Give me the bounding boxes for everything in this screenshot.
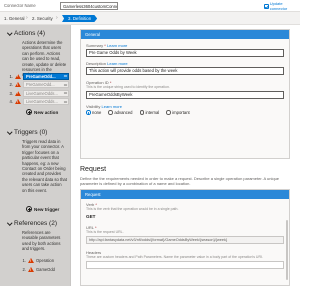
verb-value: GET xyxy=(86,214,96,219)
visibility-option-none[interactable]: none xyxy=(86,110,101,115)
new-trigger-label: New trigger xyxy=(34,206,60,212)
action-number: 2. xyxy=(9,82,14,88)
action-item[interactable]: 2. PreGameOdd...••• xyxy=(7,81,69,90)
triggers-description: Triggers read data in from your connecto… xyxy=(22,139,67,193)
references-title: References (2) xyxy=(14,220,57,227)
visibility-option-internal[interactable]: internal xyxy=(139,110,159,115)
headers-help: These are custom headers and Path Parame… xyxy=(86,255,263,259)
action-item[interactable]: 3. LiveGameOdds...••• xyxy=(7,89,69,98)
chevron-down-icon xyxy=(7,130,12,135)
more-options-icon[interactable]: ••• xyxy=(64,99,68,104)
new-action-button[interactable]: New action xyxy=(26,109,58,115)
new-trigger-button[interactable]: New trigger xyxy=(26,206,59,212)
new-action-label: New action xyxy=(34,109,59,115)
radio-icon xyxy=(108,110,113,115)
operation-id-input[interactable]: PreGameOddsByWeek xyxy=(86,91,284,99)
action-label[interactable]: LiveGameOdds... ••• xyxy=(23,89,69,97)
warning-icon xyxy=(15,82,21,88)
reference-number: 1. xyxy=(22,258,27,264)
description-input[interactable]: This action will provide odds based by t… xyxy=(86,67,284,75)
visibility-option-important[interactable]: important xyxy=(166,110,190,115)
connector-name-label: Connector Name xyxy=(4,3,36,8)
warning-icon xyxy=(15,73,21,80)
visibility-label: Visibility Learn more xyxy=(86,104,122,109)
triggers-title: Triggers (0) xyxy=(14,129,48,136)
visibility-option-advanced[interactable]: advanced xyxy=(108,110,133,115)
add-icon xyxy=(26,109,32,115)
top-header: Connector Name Gamerless3604customConnec… xyxy=(0,0,300,12)
warning-icon xyxy=(15,99,21,105)
step-security[interactable]: 2. Security xyxy=(32,15,53,22)
more-options-icon[interactable]: ••• xyxy=(64,73,68,78)
url-help: This is the request URL. xyxy=(86,230,124,234)
action-label[interactable]: PreGameOdd... ••• xyxy=(23,72,69,80)
checkmark-icon xyxy=(264,3,269,9)
action-number: 3. xyxy=(9,90,14,96)
warning-icon xyxy=(28,258,34,264)
scrollbar[interactable] xyxy=(286,220,288,280)
reference-item[interactable]: 2. GameOdd xyxy=(20,267,55,273)
triggers-section-header[interactable]: Triggers (0) xyxy=(7,129,47,136)
wizard-steps: 1. General › 2. Security › 3. Definition xyxy=(0,12,300,25)
step-definition[interactable]: 3. Definition xyxy=(62,15,98,22)
radio-selected-icon xyxy=(86,110,91,115)
more-options-icon[interactable]: ••• xyxy=(64,90,68,95)
summary-label: Summary * Learn more xyxy=(86,43,128,48)
step-general[interactable]: 1. General xyxy=(4,15,25,22)
chevron-right-icon: › xyxy=(56,15,58,21)
request-card: Request Verb * This is the verb that the… xyxy=(80,189,290,286)
url-field[interactable]: http://api.fantasydata.net/v3/nfl/odds/{… xyxy=(86,236,284,244)
references-section-header[interactable]: References (2) xyxy=(7,220,57,227)
summary-input[interactable]: Pre Game Odds by Week xyxy=(86,49,284,57)
actions-section-header[interactable]: Actions (4) xyxy=(7,30,45,37)
reference-number: 2. xyxy=(22,267,27,273)
action-label[interactable]: PreGameOdd... ••• xyxy=(23,81,69,89)
request-section-title: Request xyxy=(80,166,107,173)
action-number: 1. xyxy=(9,73,14,79)
references-description: References are reusable parameters used … xyxy=(22,230,61,252)
connector-name-input[interactable]: Gamerless3604customConnector xyxy=(60,2,118,10)
reference-item[interactable]: 1. Operation xyxy=(20,258,54,264)
visibility-radio-group: none advanced internal important xyxy=(86,110,190,115)
general-card: General Summary * Learn more Pre Game Od… xyxy=(80,29,290,159)
action-label[interactable]: LiveGameOdds... ••• xyxy=(23,98,69,106)
headers-field[interactable] xyxy=(86,261,284,269)
definition-main-panel: General Summary * Learn more Pre Game Od… xyxy=(72,25,300,286)
actions-list: 1. PreGameOdd...••• 2. PreGameOdd...••• … xyxy=(7,72,69,106)
verb-help: This is the verb that the operation woul… xyxy=(86,207,179,211)
chevron-down-icon xyxy=(7,31,12,36)
reference-label: GameOdd xyxy=(36,267,55,273)
add-icon xyxy=(26,206,32,212)
update-connector-button[interactable]: Update connector xyxy=(264,1,298,11)
chevron-right-icon: › xyxy=(26,15,28,21)
more-options-icon[interactable]: ••• xyxy=(64,82,68,87)
update-connector-label: Update connector xyxy=(269,1,288,11)
definition-sidebar: Actions (4) Actions determine the operat… xyxy=(0,25,71,286)
action-item[interactable]: 1. PreGameOdd...••• xyxy=(7,72,69,81)
warning-icon xyxy=(15,90,21,97)
operation-id-help: This is the unique string used to identi… xyxy=(86,85,170,89)
chevron-down-icon xyxy=(7,221,12,226)
action-number: 4. xyxy=(9,99,14,105)
request-card-title: Request xyxy=(81,190,289,199)
description-label: Description Learn more xyxy=(86,61,128,66)
general-card-title: General xyxy=(81,30,289,39)
actions-title: Actions (4) xyxy=(14,30,46,37)
warning-icon xyxy=(28,267,34,273)
reference-label: Operation xyxy=(36,258,54,264)
radio-icon xyxy=(166,110,171,115)
request-description: Define the the requirements needed in or… xyxy=(80,176,280,186)
action-item[interactable]: 4. LiveGameOdds...••• xyxy=(7,98,69,107)
radio-icon xyxy=(139,110,144,115)
